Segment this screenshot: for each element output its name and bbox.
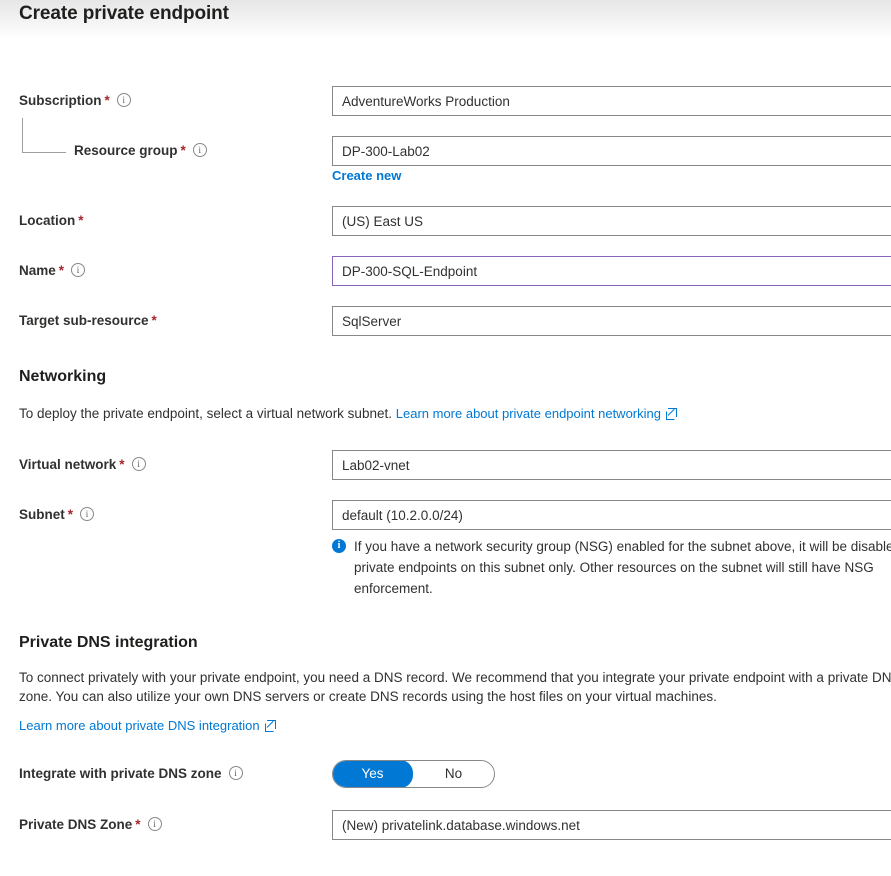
subscription-label: Subscription * [19,86,131,116]
target-sub-resource-input[interactable] [332,306,891,336]
info-circle-icon[interactable] [80,507,95,521]
name-label-text: Name [19,263,56,278]
virtual-network-label: Virtual network * [19,450,146,480]
target-sub-resource-label: Target sub-resource * [19,306,157,336]
required-asterisk: * [67,507,74,522]
resource-group-label-text: Resource group [74,143,178,158]
required-asterisk: * [151,313,157,328]
form-row-subscription: Subscription * [0,86,891,116]
networking-section-heading: Networking [19,368,107,385]
external-link-icon [264,720,276,732]
subnet-label-text: Subnet [19,507,65,522]
private-dns-zone-label-text: Private DNS Zone [19,817,133,832]
subnet-input[interactable] [332,500,891,530]
form-row-resource-group: Resource group * [0,136,891,166]
info-circle-icon[interactable] [228,766,243,780]
external-link-icon [665,408,677,420]
toggle-option-no[interactable]: No [413,761,494,787]
form-row-virtual-network: Virtual network * [0,450,891,480]
private-dns-description-text: To connect privately with your private e… [19,670,891,704]
form-row-target-sub-resource: Target sub-resource * [0,306,891,336]
virtual-network-input[interactable] [332,450,891,480]
subscription-label-text: Subscription [19,93,102,108]
info-circle-icon[interactable] [147,817,162,831]
page-title: Create private endpoint [19,3,229,24]
form-row-subnet: Subnet * [0,500,891,530]
integrate-private-dns-label-text: Integrate with private DNS zone [19,766,222,781]
toggle-option-yes[interactable]: Yes [333,761,413,787]
location-input[interactable] [332,206,891,236]
networking-learn-more-link[interactable]: Learn more about private endpoint networ… [396,406,677,421]
required-asterisk: * [104,93,110,108]
location-label-text: Location [19,213,76,228]
name-label: Name * [19,256,86,286]
virtual-network-label-text: Virtual network [19,457,117,472]
private-dns-learn-more-link[interactable]: Learn more about private DNS integration [19,718,276,733]
form-row-private-dns-zone: Private DNS Zone * [0,810,891,840]
private-dns-zone-input[interactable] [332,810,891,840]
private-dns-learn-more-label: Learn more about private DNS integration [19,718,260,733]
name-input[interactable] [332,256,891,286]
subscription-input[interactable] [332,86,891,116]
networking-learn-more-label: Learn more about private endpoint networ… [395,406,661,421]
form-row-name: Name * [0,256,891,286]
required-asterisk: * [180,143,186,158]
info-circle-icon[interactable] [131,457,146,471]
info-circle-icon[interactable] [71,263,86,277]
create-new-resource-group-link[interactable]: Create new [332,168,401,183]
private-dns-section-heading: Private DNS integration [19,634,198,651]
networking-description: To deploy the private endpoint, select a… [19,404,891,423]
required-asterisk: * [78,213,84,228]
resource-group-label: Resource group * [74,136,207,166]
required-asterisk: * [119,457,125,472]
info-filled-icon [332,538,346,553]
integrate-private-dns-toggle[interactable]: Yes No [332,760,495,788]
nsg-info-text: If you have a network security group (NS… [354,539,891,596]
private-dns-zone-label: Private DNS Zone * [19,810,162,840]
info-circle-icon[interactable] [192,143,207,157]
private-dns-description: To connect privately with your private e… [19,668,891,706]
create-private-endpoint-blade: Create private endpoint Subscription* Re… [0,0,891,876]
form-row-location: Location * [0,206,891,236]
target-sub-resource-label-text: Target sub-resource [19,313,149,328]
resource-group-input[interactable] [332,136,891,166]
required-asterisk: * [58,263,65,278]
info-circle-icon[interactable] [116,93,131,107]
location-label: Location * [19,206,84,236]
private-dns-learn-more-row: Learn more about private DNS integration [19,716,891,735]
subnet-label: Subnet * [19,500,95,530]
required-asterisk: * [135,817,141,832]
nsg-info-callout: If you have a network security group (NS… [332,536,891,599]
integrate-private-dns-label: Integrate with private DNS zone [19,760,243,788]
networking-description-text: To deploy the private endpoint, select a… [19,406,392,421]
